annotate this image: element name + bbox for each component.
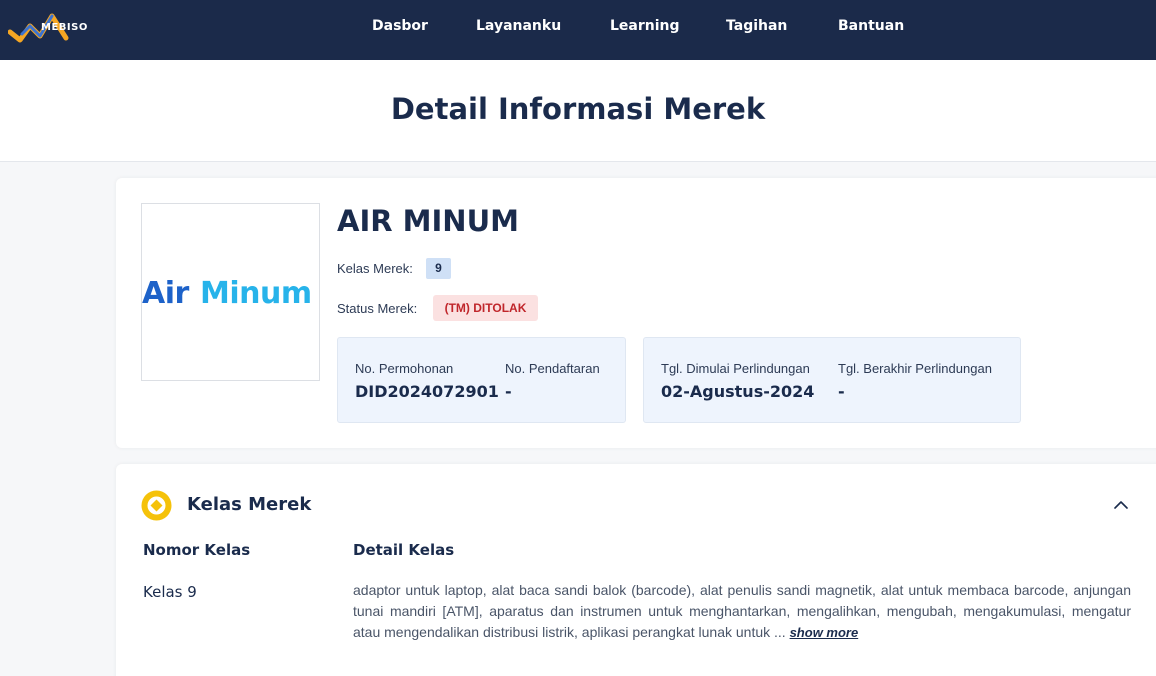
page-header: Detail Informasi Merek	[0, 60, 1156, 162]
protection-end-value: -	[838, 382, 845, 401]
brand-name: AIR MINUM	[337, 204, 519, 238]
protection-end-label: Tgl. Berakhir Perlindungan	[838, 361, 992, 376]
class-detail: adaptor untuk laptop, alat baca sandi ba…	[353, 580, 1131, 643]
class-label: Kelas Merek:	[337, 261, 413, 276]
nav-item-tagihan[interactable]: Tagihan	[726, 18, 787, 34]
application-no-value: DID2024072901	[355, 382, 499, 401]
nav-item-bantuan[interactable]: Bantuan	[838, 18, 904, 34]
registration-no-label: No. Pendaftaran	[505, 361, 600, 376]
brand-logo-word-2: Minum	[200, 276, 312, 311]
protection-info-box: Tgl. Dimulai Perlindungan 02-Agustus-202…	[643, 337, 1021, 423]
status-label: Status Merek:	[337, 301, 418, 316]
page-title: Detail Informasi Merek	[390, 92, 766, 126]
chevron-up-icon[interactable]	[1112, 496, 1130, 514]
class-badge: 9	[426, 258, 451, 279]
application-no-label: No. Permohonan	[355, 361, 454, 376]
registration-info-box: No. Permohonan DID2024072901 No. Pendaft…	[337, 337, 626, 423]
class-number: Kelas 9	[143, 583, 197, 601]
show-more-link[interactable]: show more	[790, 625, 859, 640]
brand-logo-image: Air Minum	[141, 203, 320, 381]
status-badge: (TM) DITOLAK	[433, 295, 538, 321]
protection-start-value: 02-Agustus-2024	[661, 382, 815, 401]
top-navbar: MEBISO Dasbor Layananku Learning Tagihan…	[0, 0, 1156, 60]
brand-logo-word-1: Air	[142, 276, 189, 311]
registration-no-value: -	[505, 382, 512, 401]
nav-item-learning[interactable]: Learning	[610, 18, 680, 34]
brand-classes-card: Kelas Merek Nomor Kelas Detail Kelas Kel…	[116, 464, 1156, 676]
class-detail-text: adaptor untuk laptop, alat baca sandi ba…	[353, 582, 1131, 640]
protection-start-label: Tgl. Dimulai Perlindungan	[661, 361, 810, 376]
column-header-class-detail: Detail Kelas	[353, 541, 455, 559]
brand-info-card: Air Minum AIR MINUM Kelas Merek: 9 Statu…	[116, 178, 1156, 448]
coin-icon	[141, 490, 172, 521]
column-header-class-number: Nomor Kelas	[143, 541, 251, 559]
main-nav: Dasbor Layananku Learning Tagihan Bantua…	[0, 0, 1156, 60]
nav-item-dasbor[interactable]: Dasbor	[372, 18, 428, 34]
section-title: Kelas Merek	[187, 494, 312, 515]
nav-item-layananku[interactable]: Layananku	[476, 18, 561, 34]
